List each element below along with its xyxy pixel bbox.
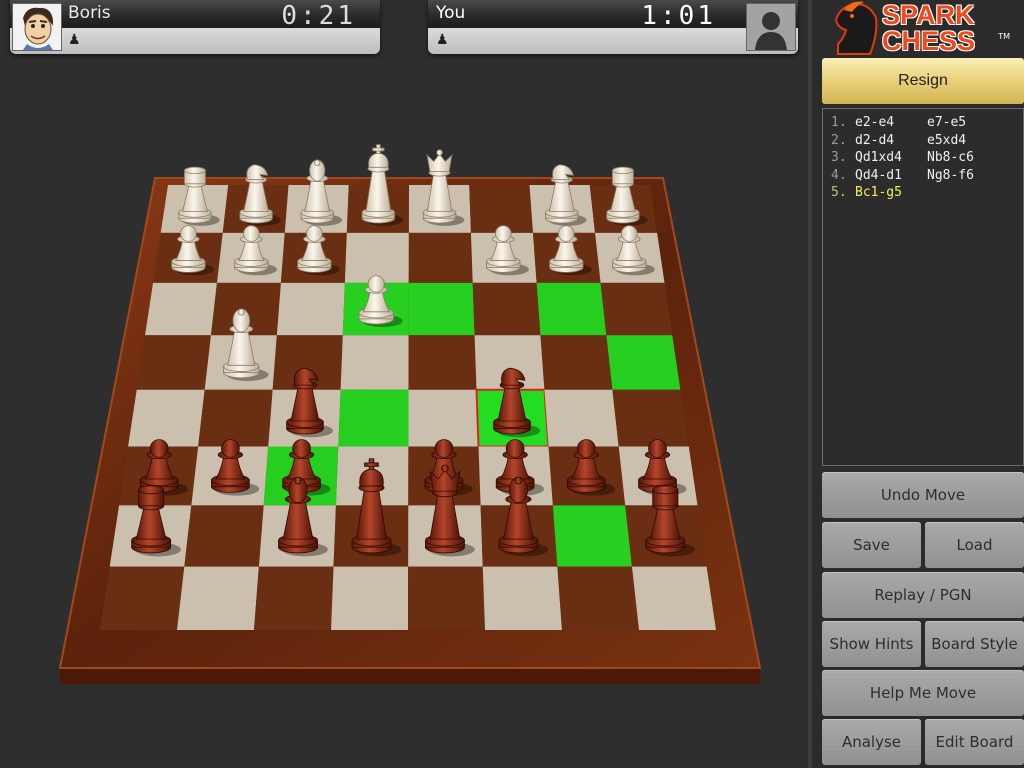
black-move: e5xd4	[927, 132, 967, 148]
square-h1[interactable]	[631, 566, 716, 630]
opponent-name: Boris	[68, 3, 111, 23]
square-g1[interactable]	[557, 566, 639, 630]
square-g6[interactable]	[536, 282, 607, 336]
spark-chess-logo: SPARK CHESS TM	[830, 0, 1010, 58]
black-move	[927, 184, 997, 202]
square-b1[interactable]	[177, 566, 259, 630]
move-row[interactable]: 3. Qd1xd4 Nb8-c6	[831, 149, 1015, 167]
square-h6[interactable]	[600, 282, 673, 336]
save-button[interactable]: Save	[822, 522, 921, 568]
logo-line-1: SPARK	[882, 0, 975, 30]
move-list[interactable]: 1. e2-e4 e7-e5 2. d2-d4 e5xd4 3. Qd1xd4 Nb8-c6 4.…	[822, 108, 1024, 466]
move-row[interactable]: 5. Bc1-g5	[831, 184, 1015, 202]
move-number: 2.	[831, 132, 847, 148]
square-d5[interactable]	[340, 335, 409, 390]
you-clock: 1:01	[641, 1, 716, 31]
opponent-pawn-icon: ♟	[68, 32, 81, 48]
board-style-button[interactable]: Board Style	[925, 621, 1024, 667]
square-c1[interactable]	[254, 566, 334, 630]
square-a1[interactable]	[100, 566, 185, 630]
white-move: Bc1-g5	[855, 185, 902, 200]
you-name-bar	[428, 0, 798, 28]
square-a5[interactable]	[136, 335, 211, 390]
black-move: Nb8-c6	[927, 150, 974, 165]
square-c6[interactable]	[276, 282, 345, 336]
knight-logo-icon	[834, 1, 878, 55]
help-me-move-button[interactable]: Help Me Move	[822, 670, 1024, 716]
opponent-avatar	[12, 3, 62, 51]
load-button[interactable]: Load	[925, 522, 1024, 568]
square-h4[interactable]	[612, 389, 689, 447]
undo-move-button[interactable]: Undo Move	[822, 472, 1024, 518]
replay-pgn-button[interactable]: Replay / PGN	[822, 572, 1024, 618]
move-number: 4.	[831, 167, 847, 183]
square-e6[interactable]	[408, 282, 475, 336]
opponent-clock: 0:21	[281, 1, 356, 31]
move-number: 1.	[831, 115, 847, 130]
square-f1[interactable]	[482, 566, 562, 630]
resign-button[interactable]: Resign	[822, 58, 1024, 104]
square-e1[interactable]	[408, 566, 485, 630]
square-e5[interactable]	[408, 335, 477, 390]
square-g2[interactable]	[552, 505, 632, 567]
white-move: Qd1xd4	[855, 150, 902, 165]
square-d7[interactable]	[344, 232, 409, 283]
edit-board-button[interactable]: Edit Board	[925, 719, 1024, 765]
square-g5[interactable]	[540, 335, 613, 390]
square-g4[interactable]	[544, 389, 619, 447]
square-a4[interactable]	[128, 389, 205, 447]
square-d4[interactable]	[338, 389, 409, 447]
square-e7[interactable]	[408, 232, 473, 283]
move-number: 5.	[831, 185, 847, 200]
board-frame-front-edge	[60, 668, 760, 684]
move-row[interactable]: 4. Qd4-d1 Ng8-f6	[831, 167, 1015, 185]
you-panel: You 1:01 ♟	[428, 0, 798, 54]
square-a6[interactable]	[145, 282, 217, 336]
show-hints-button[interactable]: Show Hints	[822, 621, 921, 667]
square-b2[interactable]	[184, 505, 264, 567]
logo-trademark: TM	[998, 32, 1010, 41]
black-move: e7-e5	[927, 115, 967, 130]
logo-line-2: CHESS	[882, 26, 976, 56]
black-move: Ng8-f6	[927, 167, 974, 183]
sidebar: SPARK CHESS TM Resign 1. e2-e4 e7-e5 2. d2-d…	[808, 0, 1024, 768]
move-row[interactable]: 1. e2-e4 e7-e5	[831, 114, 1015, 132]
chess-board[interactable]	[0, 60, 808, 768]
opponent-panel: Boris 0:21 ♟	[10, 0, 380, 54]
square-b4[interactable]	[198, 389, 273, 447]
you-avatar-silhouette-icon	[746, 3, 796, 51]
white-move: Qd4-d1	[855, 167, 902, 183]
you-pawn-icon: ♟	[436, 32, 449, 48]
white-move: e2-e4	[855, 115, 895, 130]
square-h5[interactable]	[606, 335, 681, 390]
move-number: 3.	[831, 150, 847, 165]
square-f6[interactable]	[472, 282, 541, 336]
you-name: You	[436, 3, 466, 23]
analyse-button[interactable]: Analyse	[822, 719, 921, 765]
move-row[interactable]: 2. d2-d4 e5xd4	[831, 132, 1015, 150]
square-e4[interactable]	[408, 389, 479, 447]
white-move: d2-d4	[855, 132, 895, 148]
square-d1[interactable]	[331, 566, 409, 630]
